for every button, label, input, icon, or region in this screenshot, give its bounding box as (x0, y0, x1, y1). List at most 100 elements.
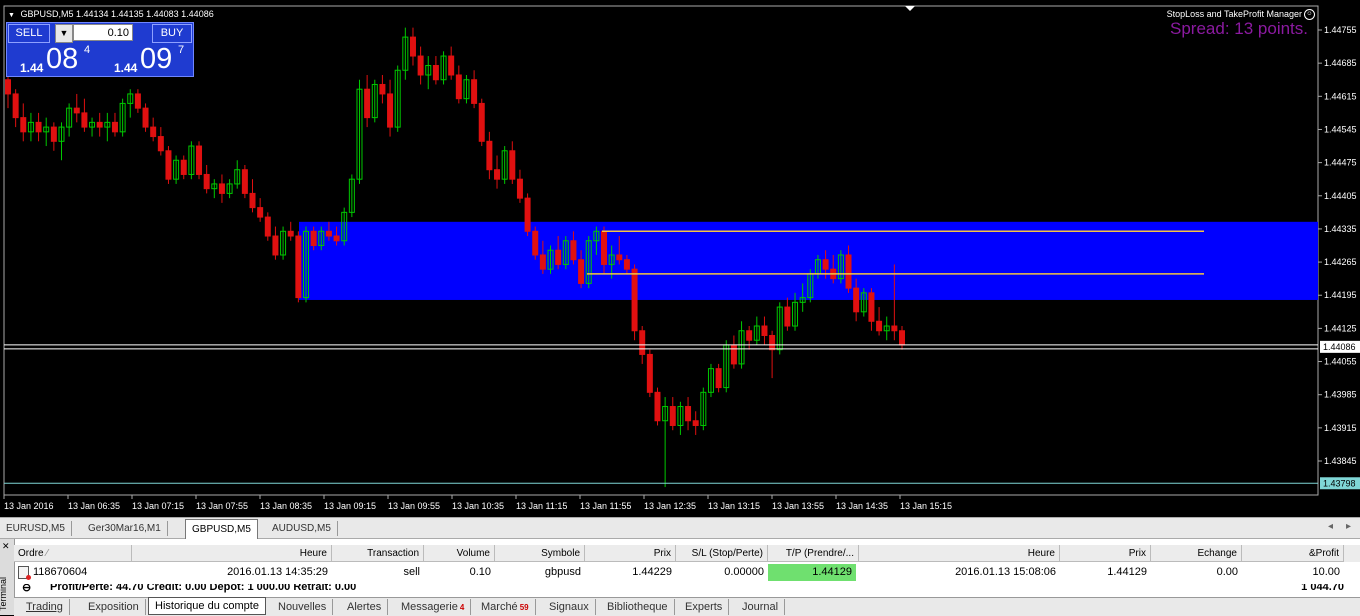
candle-body (448, 55, 455, 76)
tab-bibliotheque[interactable]: Bibliotheque (601, 599, 675, 615)
candle-body (96, 121, 103, 128)
y-tick-label: 1.44195 (1324, 290, 1357, 300)
candle-body (35, 121, 42, 133)
column-ordre[interactable]: Ordre ⁄ (14, 545, 132, 562)
candle-body (379, 83, 386, 95)
candle-body (516, 178, 523, 199)
candle-body (196, 145, 203, 175)
terminal-label: Terminal (0, 576, 9, 612)
cell-close-time: 2016.01.13 15:08:06 (955, 566, 1056, 578)
volume-input[interactable]: 0.10 (73, 24, 133, 41)
candle-body (669, 406, 676, 426)
candle-body (165, 150, 172, 180)
candle-body (578, 259, 585, 284)
chevron-left-icon[interactable]: ◂ (1328, 521, 1333, 532)
bid-price-pips: 08 (46, 43, 79, 75)
cell-open-price: 1.44229 (632, 566, 672, 578)
tab-alertes[interactable]: Alertes (341, 599, 389, 615)
tab-nouvelles[interactable]: Nouvelles (272, 599, 334, 615)
column-prix-close[interactable]: Prix (1060, 545, 1151, 562)
y-tick-label: 1.44265 (1324, 257, 1357, 267)
column-prix-open[interactable]: Prix (585, 545, 676, 562)
tab-exposition[interactable]: Exposition (82, 599, 146, 615)
marche-badge: 59 (519, 603, 529, 612)
candle-body (478, 102, 485, 142)
y-tick-label: 1.44615 (1324, 91, 1357, 101)
price-chart[interactable]: 1.447551.446851.446151.445451.444751.444… (0, 0, 1360, 517)
tab-trading[interactable]: Trading (20, 599, 70, 615)
candle-body (50, 126, 57, 142)
cell-profit: 10.00 (1312, 566, 1340, 578)
column-symbole[interactable]: Symbole (495, 545, 585, 562)
column-heure-open[interactable]: Heure (132, 545, 332, 562)
candle-body (73, 107, 80, 114)
x-tick-label: 13 Jan 13:55 (772, 501, 824, 511)
y-tick-label: 1.43845 (1324, 456, 1357, 466)
summary-total: 1 044.70 (1301, 584, 1344, 593)
chart-shift-icon (905, 6, 915, 11)
cell-open-time: 2016.01.13 14:35:29 (227, 566, 328, 578)
tab-marche[interactable]: Marché 59 (475, 599, 536, 615)
bid-price-button[interactable]: 1.44 08 4 (8, 44, 98, 75)
candle-body (623, 259, 630, 270)
candle-body (409, 36, 416, 57)
column-heure-close[interactable]: Heure (859, 545, 1060, 562)
candle-body (295, 235, 302, 299)
one-click-trading-panel: SELL ▼ 0.10 BUY 1.44 08 4 1.44 09 7 (6, 22, 194, 77)
candle-body (692, 420, 699, 426)
close-icon[interactable]: ✕ (2, 541, 10, 552)
tab-messagerie[interactable]: Messagerie 4 (395, 599, 472, 615)
column-take-profit[interactable]: T/P (Prendre/... (768, 545, 859, 562)
volume-dropdown-icon[interactable]: ▼ (55, 24, 73, 43)
y-tick-label: 1.44055 (1324, 357, 1357, 367)
cell-volume: 0.10 (469, 566, 491, 578)
chart-symbol: GBPUSD,M5 (20, 9, 74, 19)
chart-tab-audusd[interactable]: AUDUSD,M5 (266, 521, 338, 536)
candle-body (325, 230, 332, 237)
candle-body (257, 207, 264, 218)
table-row-order[interactable]: 118670604 (14, 564, 132, 581)
column-profit[interactable]: &Profit (1242, 545, 1344, 562)
bid-price-fraction: 4 (84, 44, 91, 56)
column-volume[interactable]: Volume (424, 545, 495, 562)
cell-swap: 0.00 (1216, 566, 1238, 578)
column-stop-loss[interactable]: S/L (Stop/Perte) (676, 545, 768, 562)
candle-body (555, 249, 562, 265)
candle-body (150, 126, 157, 138)
candle-body (639, 330, 646, 355)
candle-body (203, 173, 210, 190)
x-tick-label: 13 Jan 11:15 (516, 501, 567, 511)
column-echange[interactable]: Echange (1151, 545, 1242, 562)
terminal-side-label: ✕ Terminal (0, 539, 15, 615)
tab-signaux[interactable]: Signaux (543, 599, 596, 615)
summary-text: Profit/Perte: 44.70 Crédit: 0.00 Dépôt: … (50, 584, 357, 593)
messagerie-badge: 4 (459, 603, 465, 612)
candle-body (646, 353, 653, 393)
tab-experts[interactable]: Experts (679, 599, 730, 615)
sell-button[interactable]: SELL (8, 24, 50, 43)
candle-body (364, 88, 371, 119)
chart-tab-gbpusd[interactable]: GBPUSD,M5 (185, 519, 258, 539)
candle-body (417, 55, 424, 76)
tab-historique[interactable]: Historique du compte (148, 597, 266, 615)
candle-body (310, 230, 317, 247)
x-tick-label: 13 Jan 2016 (4, 501, 54, 511)
candle-body (570, 240, 577, 261)
column-transaction[interactable]: Transaction (332, 545, 424, 562)
candle-body (455, 74, 462, 100)
ohlc-low: 1.44083 (146, 9, 179, 19)
chart-tab-ger30[interactable]: Ger30Mar16,M1 (82, 521, 168, 536)
candle-body (287, 230, 294, 237)
tab-journal[interactable]: Journal (736, 599, 786, 615)
x-tick-label: 13 Jan 07:55 (196, 501, 248, 511)
chart-tab-eurusd[interactable]: EURUSD,M5 (0, 521, 72, 536)
chevron-right-icon[interactable]: ▸ (1346, 521, 1351, 532)
buy-button[interactable]: BUY (152, 24, 192, 43)
candle-body (539, 254, 546, 270)
chart-area[interactable]: 1.44755 1.44685 1.44615 1.44545 1.44475 1.444… (0, 0, 1360, 517)
y-tick-label: 1.44755 (1324, 25, 1357, 35)
candle-body (12, 93, 19, 119)
candle-body (471, 79, 478, 104)
summary-icon: ⊖ (22, 584, 32, 594)
ask-price-button[interactable]: 1.44 09 7 (102, 44, 190, 75)
